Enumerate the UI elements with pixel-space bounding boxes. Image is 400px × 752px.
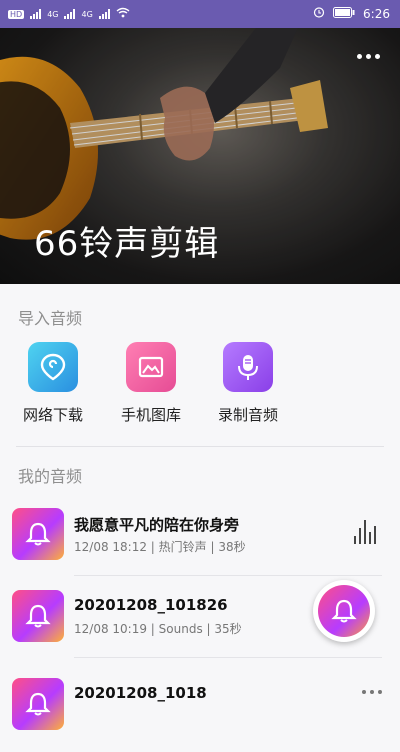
microphone-icon bbox=[223, 342, 273, 392]
audio-title: 我愿意平凡的陪在你身旁 bbox=[74, 516, 240, 534]
audio-meta: 12/08 10:19 | Sounds | 35秒 bbox=[74, 622, 242, 636]
gallery-icon bbox=[126, 342, 176, 392]
audio-title: 20201208_1018 bbox=[74, 684, 207, 702]
row-separator bbox=[74, 575, 382, 576]
app-title: 66铃声剪辑 bbox=[34, 224, 220, 264]
ringtone-fab-button[interactable] bbox=[313, 580, 375, 642]
signal-icon bbox=[98, 9, 110, 19]
import-phone-gallery[interactable]: 手机图库 bbox=[118, 342, 184, 425]
section-title-import: 导入音频 bbox=[18, 309, 83, 328]
more-dots-icon[interactable] bbox=[362, 690, 382, 694]
hero-banner: 66铃声剪辑 bbox=[0, 28, 400, 284]
status-bar: HD 4G 4G 6:26 bbox=[0, 0, 400, 28]
bell-icon bbox=[318, 585, 370, 637]
row-separator bbox=[74, 657, 382, 658]
battery-icon bbox=[333, 6, 355, 21]
bell-icon bbox=[12, 508, 64, 560]
audio-title: 20201208_101826 bbox=[74, 596, 228, 614]
signal-icon bbox=[30, 9, 42, 19]
tile-label: 录制音频 bbox=[217, 406, 278, 424]
import-record-audio[interactable]: 录制音频 bbox=[215, 342, 281, 425]
tile-label: 网络下载 bbox=[22, 406, 83, 424]
signal-icon bbox=[64, 9, 76, 19]
network-type-label: 4G bbox=[81, 9, 93, 19]
network-type-label: HD bbox=[8, 9, 25, 19]
equalizer-icon[interactable] bbox=[354, 520, 376, 544]
list-item[interactable]: 20201208_1018 bbox=[0, 672, 400, 752]
network-type-label: 4G bbox=[47, 9, 59, 19]
download-pin-icon bbox=[28, 342, 78, 392]
more-options-button[interactable] bbox=[357, 54, 380, 59]
import-network-download[interactable]: 网络下载 bbox=[20, 342, 86, 425]
clock-time: 6:26 bbox=[363, 6, 390, 21]
audio-meta: 12/08 18:12 | 热门铃声 | 38秒 bbox=[74, 540, 246, 554]
more-dots-icon bbox=[357, 54, 362, 59]
list-item[interactable]: 我愿意平凡的陪在你身旁 12/08 18:12 | 热门铃声 | 38秒 bbox=[0, 502, 400, 582]
wifi-icon bbox=[116, 7, 130, 21]
alarm-icon bbox=[313, 6, 325, 21]
tile-label: 手机图库 bbox=[120, 406, 181, 424]
section-divider bbox=[16, 446, 384, 447]
section-title-my-audio: 我的音频 bbox=[18, 467, 83, 486]
bell-icon bbox=[12, 590, 64, 642]
bell-icon bbox=[12, 678, 64, 730]
